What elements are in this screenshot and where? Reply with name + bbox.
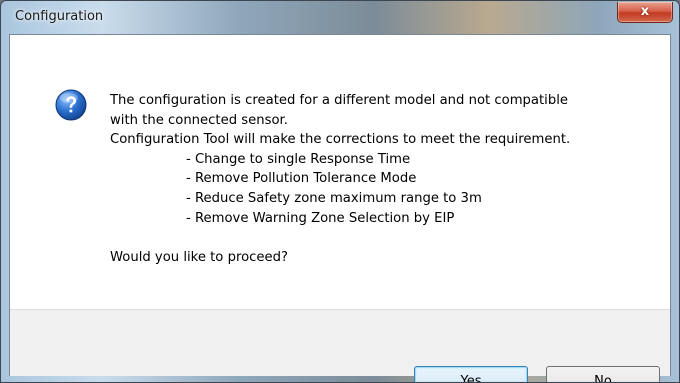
correction-item: - Change to single Response Time <box>186 151 411 167</box>
window-title: Configuration <box>15 9 104 24</box>
close-button[interactable]: x <box>617 2 673 23</box>
title-bar[interactable]: Configuration x <box>1 1 679 35</box>
message-line: The configuration is created for a diffe… <box>110 93 568 108</box>
dialog-body: The configuration is created for a diffe… <box>9 34 671 382</box>
no-mnemonic: N <box>594 374 604 383</box>
dialog-window: Configuration x The configuration is cre… <box>0 0 680 383</box>
message-line: with the connected sensor. <box>110 112 288 128</box>
question-icon <box>55 89 87 121</box>
correction-item: - Reduce Safety zone maximum range to 3m <box>186 190 482 206</box>
yes-button[interactable]: Yes <box>414 366 528 382</box>
dialog-message: The configuration is created for a diffe… <box>110 91 660 267</box>
no-button[interactable]: No <box>546 366 660 383</box>
correction-item: - Remove Warning Zone Selection by EIP <box>186 210 455 226</box>
correction-item: - Remove Pollution Tolerance Mode <box>186 171 417 187</box>
close-icon: x <box>640 4 650 19</box>
message-line: Configuration Tool will make the correct… <box>110 132 571 148</box>
proceed-prompt: Would you like to proceed? <box>110 249 288 265</box>
button-bar: Yes No <box>10 309 670 382</box>
no-label-rest: o <box>603 374 612 383</box>
